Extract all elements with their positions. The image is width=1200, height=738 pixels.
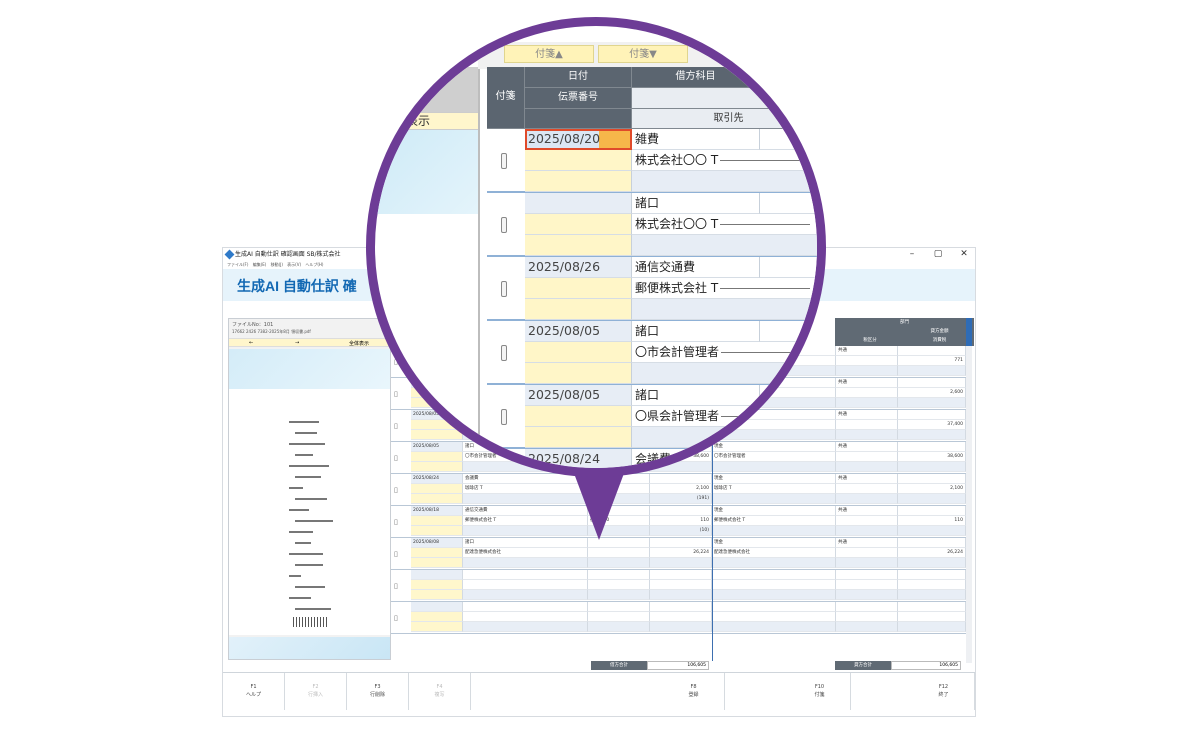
memo-cell[interactable] (632, 235, 817, 256)
partner-cell[interactable]: 株式会社〇〇 T (632, 150, 817, 171)
tag-clip-icon[interactable] (501, 217, 507, 233)
date-cell[interactable]: 2025/08/20 (525, 129, 632, 150)
slip-extra-cell[interactable] (525, 299, 632, 320)
tag-up-button[interactable]: 付箋▲ (504, 45, 594, 63)
sub-account-cell[interactable] (760, 129, 817, 150)
partner-cell[interactable]: 郵便株式会社 T (632, 278, 817, 299)
date-cell[interactable] (525, 193, 632, 214)
magnifier-lens: 表示 付箋▲ 付箋▼ 付箋 日付 伝票番号 借方科目 取引先 2025/08/2… (366, 17, 826, 477)
tag-clip-icon[interactable] (501, 409, 507, 425)
slip-extra-cell[interactable] (525, 171, 632, 192)
header-slip-no: 伝票番号 (525, 88, 632, 109)
account-cell[interactable]: 諸口 (632, 321, 760, 342)
partner-text: 株式会社〇〇 T (635, 153, 719, 167)
zoom-grid-body: 2025/08/20 雑費 株式会社〇〇 T 諸口 株式会社〇〇 T 2025/08/26… (487, 129, 817, 468)
zoomed-grid: 表示 付箋▲ 付箋▼ 付箋 日付 伝票番号 借方科目 取引先 2025/08/2… (375, 26, 817, 468)
tag-nav-bar: 付箋▲ 付箋▼ (478, 42, 817, 69)
zoom-row[interactable]: 2025/08/05 諸口〇県会計管理者 (487, 385, 817, 449)
screenshot-stage: 生成AI 自動仕訳 確認画面 SB/株式会社 – ▢ ✕ ファイル(F) 編集(… (0, 0, 1200, 738)
date-cell[interactable]: 2025/08/26 (525, 257, 632, 278)
zoom-row[interactable]: 2025/08/05 諸口〇市会計管理者 (487, 321, 817, 385)
slip-extra-cell[interactable] (525, 363, 632, 384)
registration-number-mask (721, 352, 812, 353)
account-cell[interactable]: 諸口 (632, 193, 760, 214)
registration-number-mask (720, 160, 811, 161)
memo-cell[interactable] (632, 171, 817, 192)
date-cell[interactable]: 2025/08/05 (525, 321, 632, 342)
memo-cell[interactable] (632, 363, 817, 384)
date-cell[interactable]: 2025/08/05 (525, 385, 632, 406)
tag-down-button[interactable]: 付箋▼ (598, 45, 688, 63)
registration-number-mask (720, 288, 811, 289)
partner-cell[interactable]: 株式会社〇〇 T (632, 214, 817, 235)
account-cell[interactable]: 通信交通費 (632, 257, 760, 278)
header-debit-account: 借方科目 (632, 67, 760, 88)
zoom-row[interactable]: 2025/08/20 雑費株式会社〇〇 T (487, 129, 817, 193)
zoom-row[interactable]: 諸口株式会社〇〇 T (487, 193, 817, 257)
sub-account-cell[interactable] (760, 257, 817, 278)
memo-cell[interactable] (632, 299, 817, 320)
partner-cell[interactable]: 〇市会計管理者 (632, 342, 817, 363)
slip-no-cell[interactable] (525, 278, 632, 299)
tag-clip-icon[interactable] (501, 345, 507, 361)
sub-account-cell[interactable] (760, 449, 817, 468)
tag-clip-icon[interactable] (501, 281, 507, 297)
partner-text: 〇市会計管理者 (635, 345, 720, 359)
header-tag: 付箋 (487, 67, 525, 129)
sub-account-cell[interactable] (760, 193, 817, 214)
partner-text: 株式会社〇〇 T (635, 217, 719, 231)
zoom-grid-header: 付箋 日付 伝票番号 借方科目 取引先 (487, 67, 817, 129)
slip-no-cell[interactable] (525, 406, 632, 427)
slip-no-cell[interactable] (525, 214, 632, 235)
sub-account-cell[interactable] (760, 321, 817, 342)
slip-no-cell[interactable] (525, 342, 632, 363)
memo-cell[interactable] (632, 427, 817, 448)
slip-extra-cell[interactable] (525, 235, 632, 256)
header-partner: 取引先 (632, 109, 817, 129)
partner-text: 〇県会計管理者 (635, 409, 720, 423)
header-date: 日付 (525, 67, 632, 88)
account-cell[interactable]: 諸口 (632, 385, 760, 406)
registration-number-mask (720, 224, 811, 225)
registration-number-mask (721, 416, 812, 417)
slip-extra-cell[interactable] (525, 427, 632, 448)
partner-cell[interactable]: 〇県会計管理者 (632, 406, 817, 427)
partner-text: 郵便株式会社 T (635, 281, 719, 295)
date-cell[interactable]: 2025/08/24 (525, 449, 632, 468)
tag-clip-icon[interactable] (501, 153, 507, 169)
account-cell[interactable]: 雑費 (632, 129, 760, 150)
zoom-show-label[interactable]: 表示 (376, 112, 478, 130)
slip-no-cell[interactable] (525, 150, 632, 171)
account-cell[interactable]: 会議費 (632, 449, 760, 468)
sub-account-cell[interactable] (760, 385, 817, 406)
zoom-row[interactable]: 2025/08/26 通信交通費郵便株式会社 T (487, 257, 817, 321)
